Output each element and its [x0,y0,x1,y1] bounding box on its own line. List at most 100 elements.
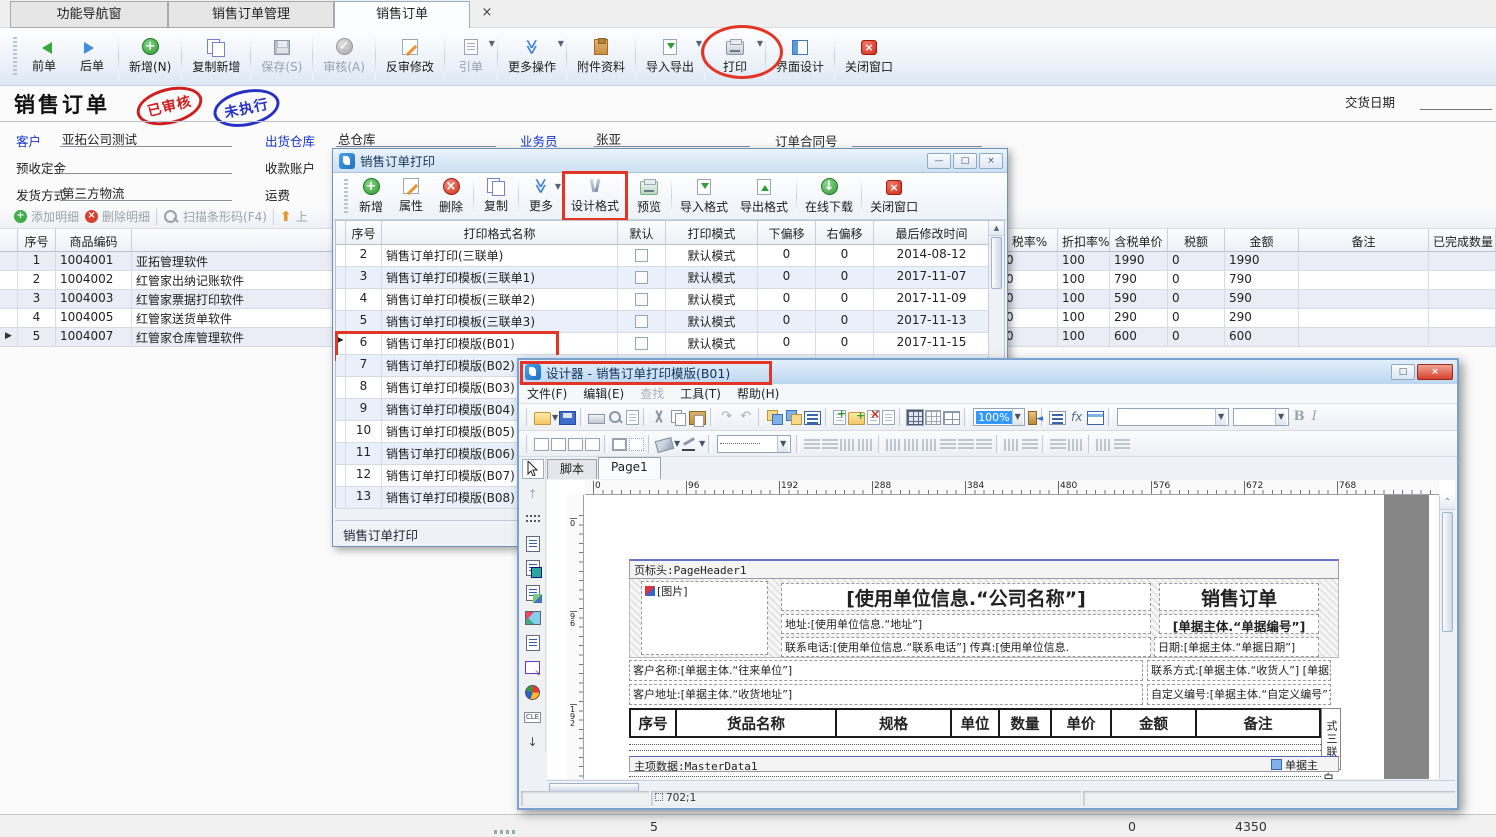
insert-table-icon[interactable] [943,411,960,425]
chevron-down-icon[interactable]: ▼ [696,39,702,48]
restore-button[interactable]: □ [1391,364,1415,380]
fill-color-icon[interactable] [655,437,675,453]
chevron-down-icon[interactable]: ▼ [489,39,495,48]
chevron-down-icon[interactable]: ▼ [757,39,763,48]
memo-tool[interactable] [522,558,544,578]
dropdown-field-icon[interactable] [1049,411,1066,425]
pd-download-button[interactable]: ↓ 在线下载 [799,174,859,218]
new-page-icon[interactable] [833,410,846,425]
ole-tool[interactable]: CLE [522,707,544,727]
contract-field[interactable] [852,127,982,147]
align-middle-icon[interactable] [958,439,974,451]
properties-icon[interactable] [1087,411,1104,425]
pointer-tool[interactable] [522,459,544,479]
scroll-thumb[interactable] [1442,512,1453,632]
tab-function-nav[interactable]: 功能导航窗 [10,1,168,28]
chevron-down-icon[interactable]: ▼ [674,439,680,448]
checkbox[interactable] [635,271,648,284]
column-header[interactable]: 默认 [618,221,666,245]
minimize-button[interactable]: — [927,153,951,169]
pd-props-button[interactable]: 属性 [391,174,431,218]
rotate-icon[interactable] [1096,439,1112,451]
pd-copy-button[interactable]: 复制 [476,174,516,218]
label-tool[interactable] [522,534,544,554]
center-horizontal-icon[interactable] [1050,439,1066,451]
deposit-field[interactable] [60,154,232,174]
pull-order-button[interactable]: 引单 ▼ [447,31,495,83]
pd-import-button[interactable]: 导入格式 [674,174,734,218]
same-height-icon[interactable] [1022,439,1038,451]
undo-icon[interactable]: ↶ [737,409,754,425]
report-column-header[interactable]: 金额 [1112,708,1197,738]
pd-close-button[interactable]: × 关闭窗口 [864,174,924,218]
snap-grid-icon[interactable] [925,410,941,425]
toolbox-scroll-down[interactable]: ↓ [522,732,544,752]
tab-order-manage[interactable]: 销售订单管理 [168,1,334,28]
band-tool[interactable]: ↑ [522,484,544,504]
pd-design-format-button[interactable]: 设计格式 [565,174,625,218]
checkbox[interactable] [635,249,648,262]
report-column-header[interactable]: 货品名称 [677,708,837,738]
send-back-icon[interactable] [785,409,802,425]
print-dialog-titlebar[interactable]: 销售订单打印 [333,149,1007,173]
column-header[interactable]: 金额 [1225,229,1299,252]
checkbox[interactable] [635,315,648,328]
next-order-button[interactable]: 后单 [68,31,116,83]
shipping-field[interactable]: 第三方物流 [60,181,232,201]
copy-icon[interactable] [670,409,687,425]
address-field[interactable]: 地址:[使用单位信息.“地址”] [781,614,1151,634]
report-title-field[interactable]: 销售订单 [1159,583,1319,611]
phone-fax-field[interactable]: 联系电话:[使用单位信息.“联系电话”] 传真:[使用单位信息. [781,637,1151,657]
new-band-icon[interactable] [848,412,865,425]
add-button[interactable]: + 新增(N) [121,31,179,83]
import-export-button[interactable]: 导入导出 ▼ [638,31,702,83]
grow-width-icon[interactable] [840,439,856,451]
table-row[interactable]: ▶ 6 销售订单打印模版(B01) 默认模式 0 0 2017-11-15 [336,333,990,355]
zoom-select[interactable]: 100% ▼ [973,408,1025,426]
align-left-icon[interactable] [886,439,902,451]
frame-none-icon[interactable] [534,438,549,451]
checkbox[interactable] [635,337,648,350]
table-row[interactable]: 3 销售订单打印模板(三联单1) 默认模式 0 0 2017-11-07 [336,267,990,289]
customer-name-field[interactable]: 客户名称:[单据主体.“往来单位”] [629,660,1143,681]
align-bottom-icon[interactable] [976,439,992,451]
redo-icon[interactable]: ↷ [718,409,735,425]
scroll-up-icon[interactable]: ▲ [989,221,1004,236]
report-column-header[interactable]: 备注 [1197,708,1321,738]
blank-page-icon[interactable] [882,410,895,425]
cut-icon[interactable] [651,409,668,425]
column-header[interactable]: 序号 [346,221,382,245]
band-pageheader[interactable]: 页标头:PageHeader1 [629,559,1339,579]
band-masterdata[interactable]: 主项数据:MasterData1 [629,756,1339,772]
scan-barcode-button[interactable]: 扫描条形码(F4) [163,208,267,225]
font-size-select[interactable]: ▼ [1233,408,1289,426]
attachment-button[interactable]: 附件资料 [569,31,633,83]
tab-close-icon[interactable]: × [478,4,496,22]
prev-order-button[interactable]: 前单 [20,31,68,83]
column-header[interactable]: 税率% [1002,229,1058,252]
preview-icon[interactable] [607,409,624,425]
bring-front-icon[interactable] [766,409,783,425]
unaudit-button[interactable]: 反审修改 [378,31,442,83]
column-header[interactable]: 打印格式名称 [382,221,618,245]
scroll-thumb[interactable] [991,237,1002,289]
contact-field[interactable]: 联系方式:[单据主体.“收货人”] [单据主体.“收货人电 [1147,660,1331,681]
report-column-header[interactable]: 单位 [952,708,1000,738]
checkbox[interactable] [635,293,648,306]
column-header[interactable]: 最后修改时间 [874,221,990,245]
line-style-select[interactable]: ▼ [717,435,791,453]
fx-icon[interactable]: fx [1068,409,1085,425]
save-icon[interactable] [559,411,576,425]
delete-page-icon[interactable] [867,410,880,425]
pd-add-button[interactable]: + 新增 [351,174,391,218]
move-up-button[interactable]: ⬆ 上 [280,208,308,225]
grow-height-icon[interactable] [858,439,874,451]
open-icon[interactable] [534,412,551,425]
line-tool[interactable] [522,509,544,529]
maximize-button[interactable]: □ [953,153,977,169]
report-column-header[interactable]: 数量 [1000,708,1052,738]
paste-icon[interactable] [689,411,706,425]
print-button[interactable]: 打印 ▼ [707,31,763,83]
tab-sales-order[interactable]: 销售订单 [334,1,470,28]
doc-no-field[interactable]: [单据主体.“单据编号”] [1159,614,1319,634]
